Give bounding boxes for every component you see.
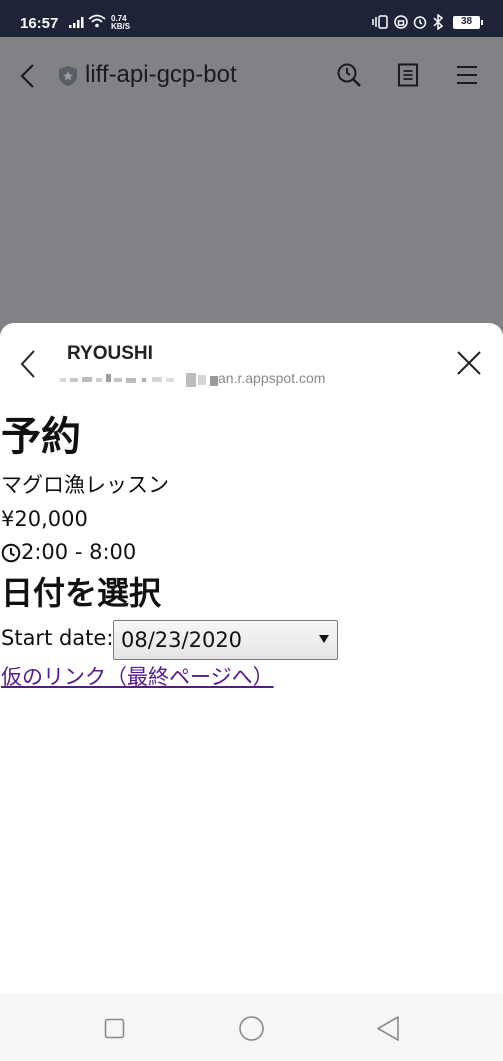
close-icon[interactable] <box>456 350 482 376</box>
status-time: 16:57 <box>20 15 59 32</box>
liff-sheet: RYOUSHI an.r.appspot.com 予約 マグロ漁レッスン ¥20… <box>0 323 503 993</box>
signal-icon <box>69 17 84 28</box>
wifi-icon <box>88 14 106 28</box>
system-status-icons <box>372 14 444 30</box>
menu-icon[interactable] <box>455 64 479 86</box>
lesson-name: マグロ漁レッスン <box>1 473 169 497</box>
lesson-time: 2:00 - 8:00 <box>21 540 137 564</box>
network-speed: 0.74 KB/S <box>111 15 130 31</box>
network-speed-unit: KB/S <box>111 22 131 31</box>
back-chevron-icon[interactable] <box>18 349 38 379</box>
battery-icon: 38 <box>453 16 483 29</box>
page-title: 予約 <box>1 414 81 460</box>
temporary-link[interactable]: 仮のリンク（最終ページへ） <box>1 663 274 691</box>
start-date-label: Start date: <box>1 626 114 650</box>
start-date-value: 08/23/2020 <box>121 628 243 652</box>
status-bar: 16:57 0.74 KB/S 38 <box>0 0 503 37</box>
back-chevron-icon[interactable] <box>18 63 38 89</box>
sheet-url: an.r.appspot.com <box>218 370 326 386</box>
price: ¥20,000 <box>1 507 88 531</box>
dropdown-arrow-icon <box>319 635 329 643</box>
start-date-select[interactable]: 08/23/2020 <box>113 620 338 660</box>
section-title: 日付を選択 <box>1 574 162 612</box>
browser-header-dimmed: liff-api-gcp-bot <box>0 37 503 357</box>
clock-icon <box>1 543 21 563</box>
recent-apps-icon[interactable] <box>104 1018 125 1039</box>
document-icon[interactable] <box>396 63 420 87</box>
browser-title: liff-api-gcp-bot <box>85 61 237 88</box>
sheet-title: RYOUSHI <box>67 343 153 364</box>
pixelated-url <box>60 373 218 387</box>
battery-level: 38 <box>460 16 473 27</box>
search-icon[interactable] <box>336 62 362 88</box>
navigation-bar <box>0 993 503 1061</box>
home-icon[interactable] <box>238 1015 265 1042</box>
shield-star-icon <box>59 66 77 86</box>
back-icon[interactable] <box>376 1015 401 1042</box>
